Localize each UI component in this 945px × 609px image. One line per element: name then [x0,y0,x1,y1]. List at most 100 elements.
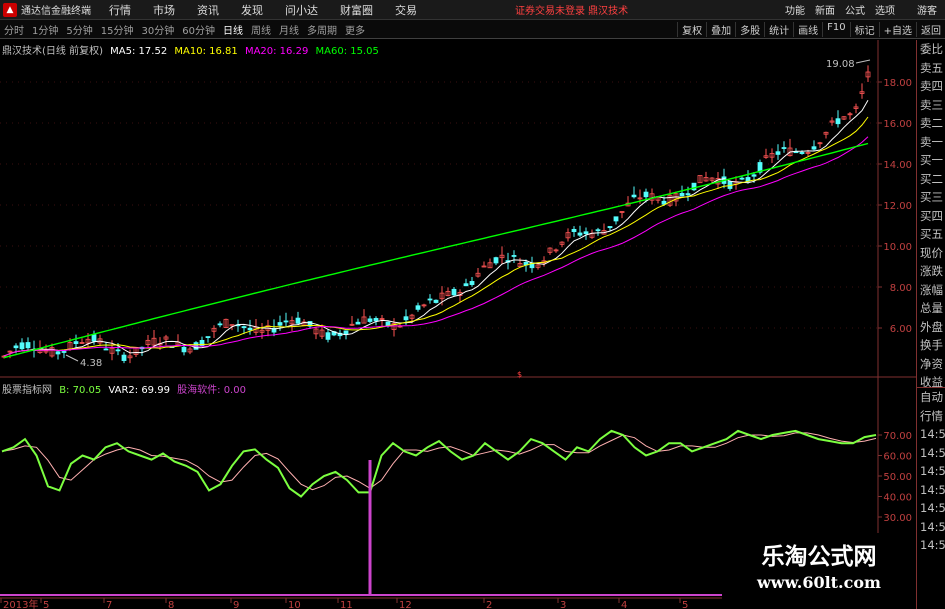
candle-body [835,118,841,125]
candle-body [511,255,517,257]
ma10-line [3,116,869,357]
time-tick-label: 12 [399,600,412,609]
chart-canvas[interactable]: 19.08 4.38 $ 18.00 16.00 14.00 12.00 10.00 8.00… [0,0,945,609]
quote-field: 卖一 [920,134,943,149]
candle-body [799,152,805,154]
candle-body [463,283,469,287]
candle-body [433,299,439,303]
candle-body [643,191,649,198]
candle-body [739,177,745,180]
candle-body [121,354,127,361]
candle-body [373,318,379,322]
candle-body [631,194,637,198]
price-tick-label: 6.00 [890,324,912,335]
panel-header: 行情 [920,408,943,423]
quote-field: 涨幅 [920,282,943,297]
candle-body [427,298,433,301]
price-tick-label: 8.00 [890,283,912,294]
price-tick-label: 16.00 [883,119,912,130]
signal-label: 股海软件: 0.00 [177,385,246,396]
moving-averages: 19.08 4.38 $ [3,59,871,379]
indicator-title: 股票指标网 [2,385,52,396]
candle-body [415,305,421,310]
high-arrow [855,59,871,64]
candle-body [295,317,301,324]
candle-body [775,151,781,155]
candle-body [19,342,25,350]
price-tick-label: 10.00 [883,242,912,253]
ma5-line [3,99,869,357]
quote-field: 换手 [920,338,943,352]
time-tick-label: 5 [682,600,688,609]
var2-label: VAR2: 69.99 [108,385,170,396]
candle-body [595,229,601,232]
main-chart-title: 鼎汉技术(日线 前复权) [2,46,103,57]
quote-field: 净资 [920,356,943,371]
candle-body [283,320,289,323]
ma60-label: MA60: 15.05 [315,46,379,57]
candle-body [607,226,613,229]
candle-body [217,323,223,326]
quote-field: 卖五 [920,60,943,75]
quote-field: 总量 [920,301,943,315]
candle-body [199,339,205,347]
price-tick-label: 12.00 [883,201,912,212]
quote-field: 卖三 [920,97,943,112]
quote-field: 买五 [920,227,943,241]
candle-body [367,318,373,322]
candle-body [811,146,817,150]
candle-body [781,147,787,149]
quote-panel: 委比 卖五 卖四 卖三 卖二 卖一 买一 买二 买三 买四 买五 现价 涨跌 涨幅 总量 外盘 换手 净资 收益 自… [916,40,945,609]
price-tick-label: 14.00 [883,160,912,171]
indicator-tick-label: 30.00 [883,513,912,524]
axes: 18.00 16.00 14.00 12.00 10.00 8.00 6.00 70.00 60… [0,78,912,609]
quote-field: 涨跌 [920,264,943,278]
time-tick-label: 9 [233,600,239,609]
time-tick-label: 7 [106,600,112,609]
high-annotation: 19.08 [826,59,855,70]
tick-time: 14:5 [920,482,945,497]
candle-body [469,281,475,285]
tick-time: 14:5 [920,538,945,552]
tick-time: 14:5 [920,501,945,515]
low-arrow [65,354,79,362]
candle-body [325,332,331,340]
b-value-label: B: 70.05 [59,385,102,396]
candle-body [241,326,247,329]
candle-body [679,192,685,197]
candle-body [613,216,619,222]
watermark-title: 乐淘公式网 [761,544,877,570]
time-tick-label: 3 [560,600,566,609]
indicator-tick-label: 60.00 [883,452,912,463]
indicator-tick-label: 40.00 [883,493,912,504]
candle-body [103,348,109,351]
indicator-tick-label: 70.00 [883,431,912,442]
ma10-label: MA10: 16.81 [174,46,238,57]
trading-terminal: ▲ 通达信金融终端 行情 市场 资讯 发现 问小达 财富圈 交易 证券交易未登录… [0,0,945,609]
quote-field: 委比 [920,42,943,56]
candle-body [91,334,97,342]
time-tick-label: 10 [288,600,301,609]
time-tick-label: 2 [486,600,492,609]
chart-frame [0,40,916,599]
candlesticks [1,65,871,364]
candle-body [55,351,61,355]
time-tick-label: 11 [340,600,353,609]
candle-body [181,346,187,353]
price-tick-label: 18.00 [883,78,912,89]
candle-body [451,288,457,296]
marker-icon: $ [517,370,522,379]
tick-time: 14:5 [920,464,945,478]
quote-field: 买一 [920,153,943,167]
candle-body [115,349,121,352]
candle-body [571,228,577,233]
quote-field: 外盘 [920,319,943,334]
candle-body [25,342,31,349]
ma5-label: MA5: 17.52 [110,46,168,57]
candle-body [685,193,691,196]
candle-body [277,322,283,326]
quote-field: 买三 [920,190,943,204]
ma20-label: MA20: 16.29 [244,46,309,57]
candle-body [61,351,67,353]
candle-body [493,257,499,264]
